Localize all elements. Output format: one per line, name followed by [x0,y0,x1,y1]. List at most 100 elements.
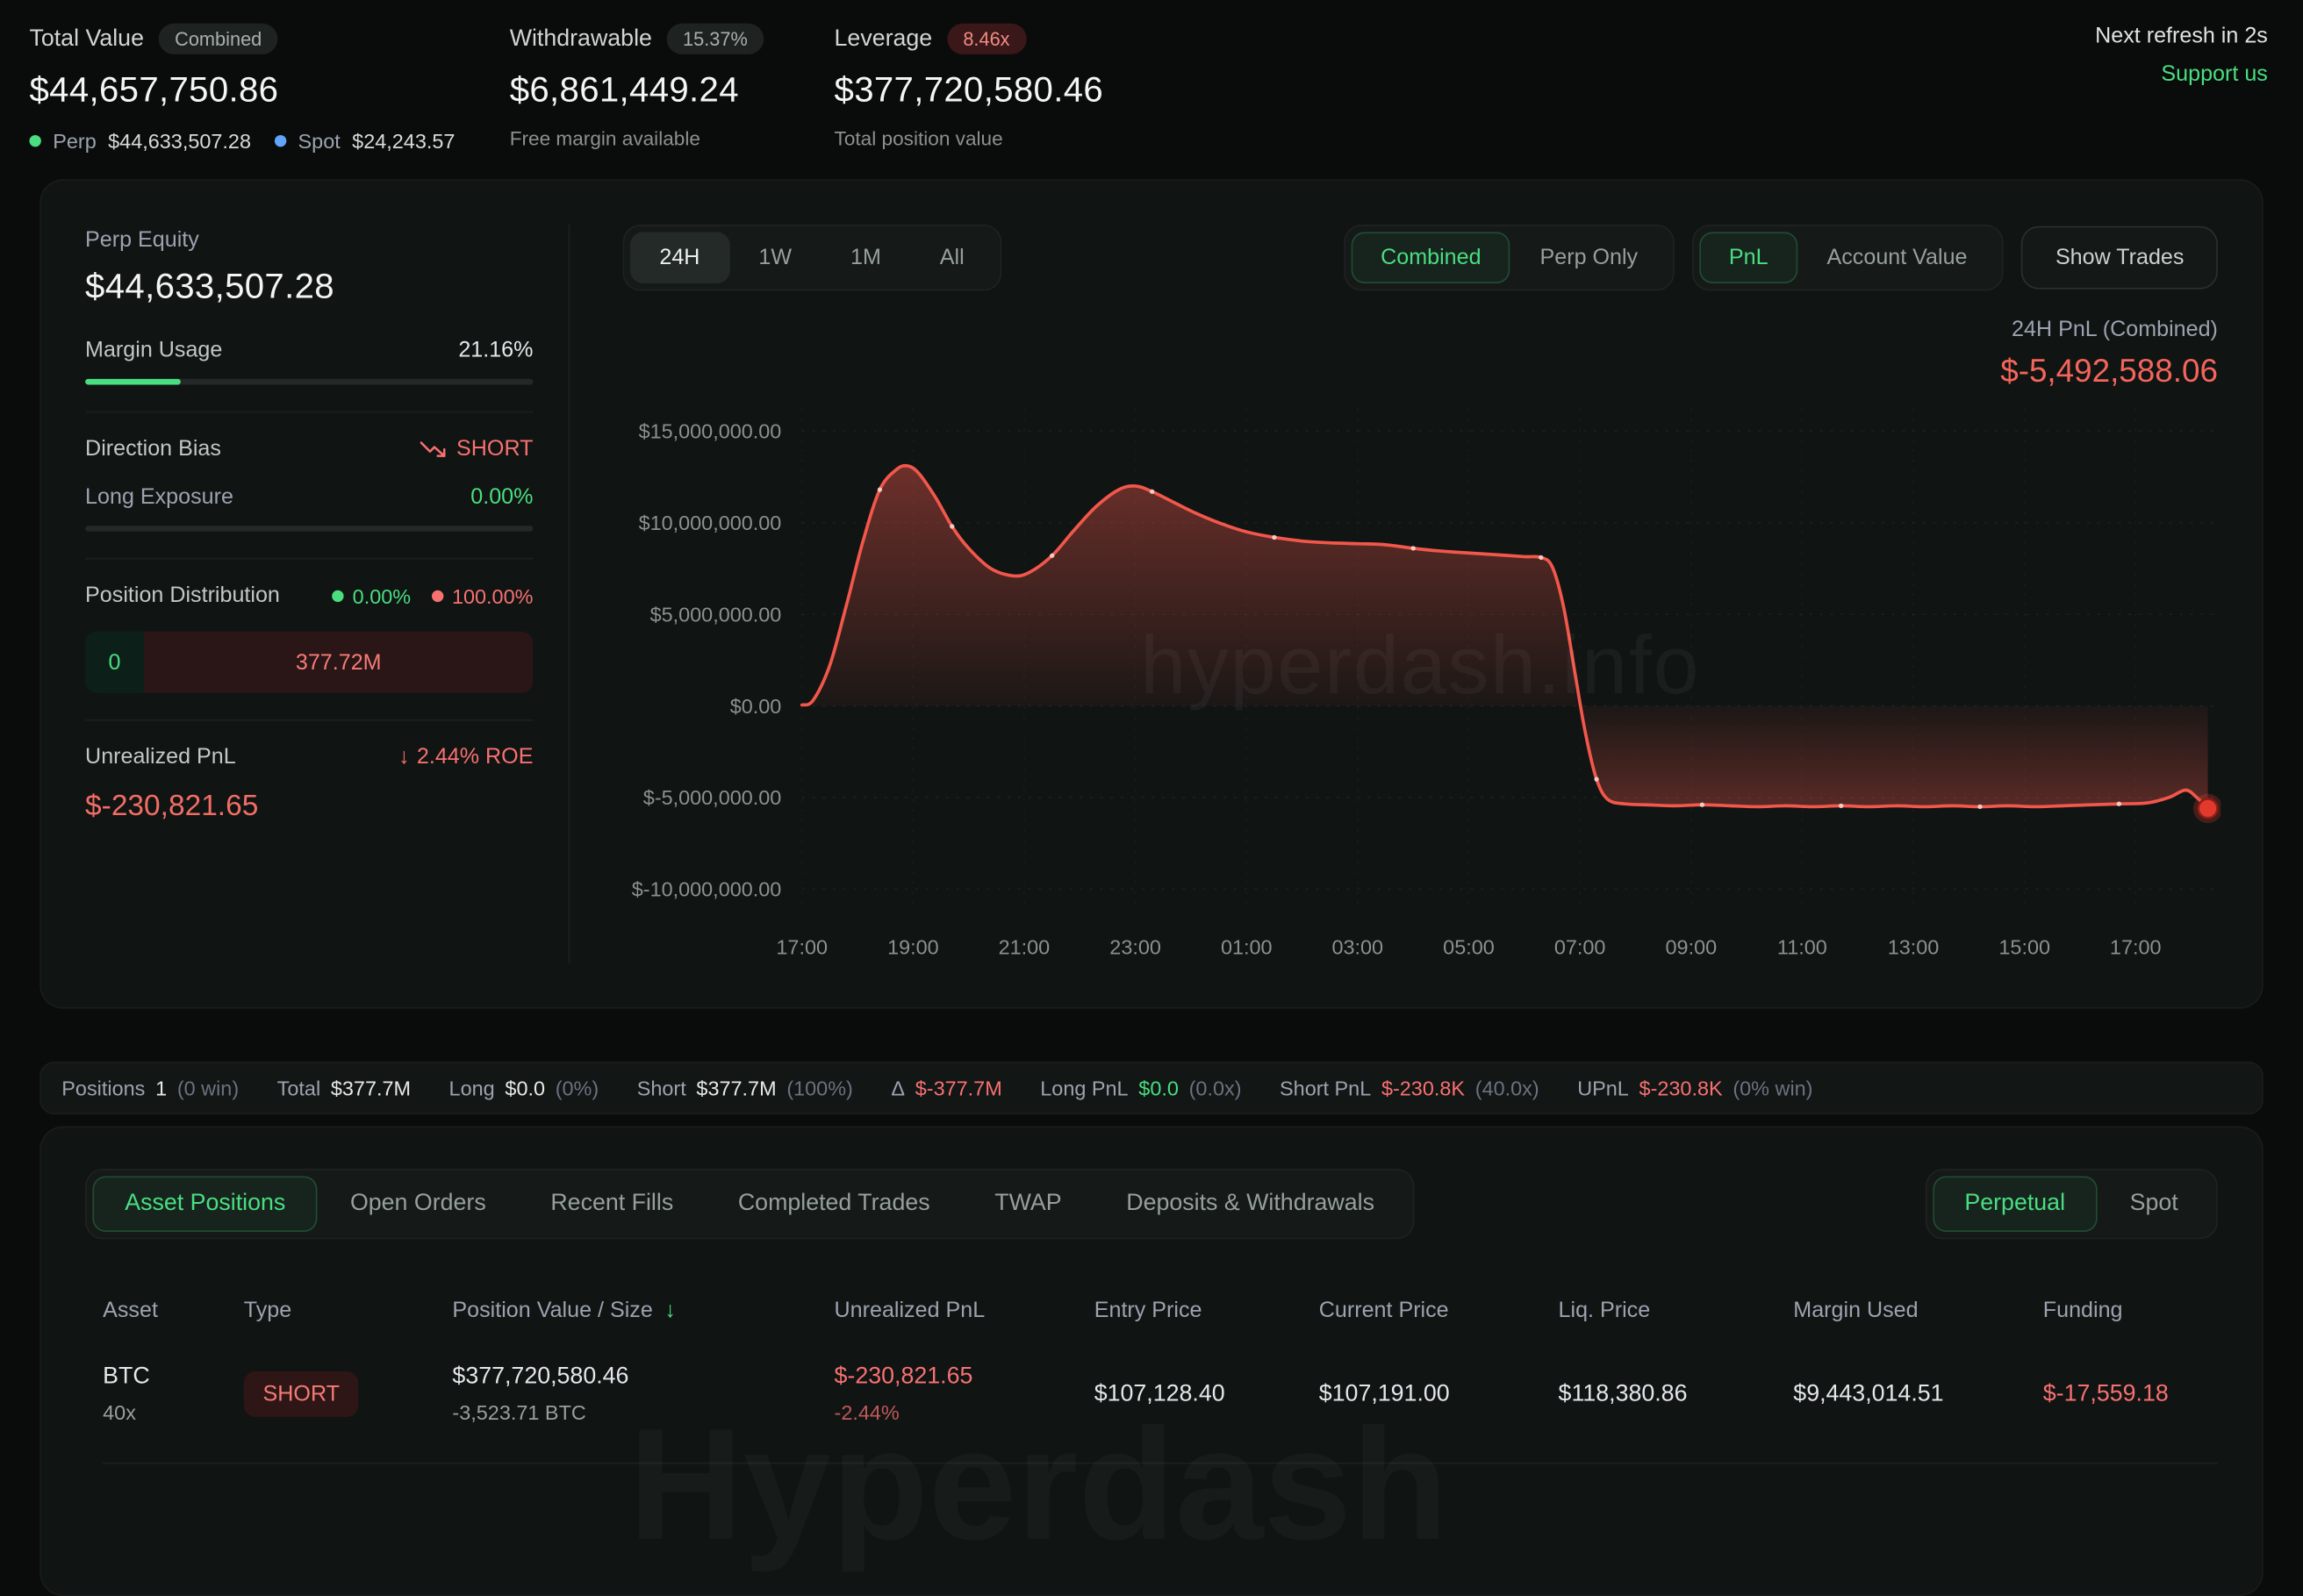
sort-desc-icon: ↓ [664,1298,676,1322]
svg-text:01:00: 01:00 [1221,936,1273,959]
combined-badge: Combined [159,24,278,54]
column-header-funding[interactable]: Funding [2043,1298,2218,1322]
summary-item-label: UPnL [1577,1077,1629,1100]
toggle-combined[interactable]: Combined [1352,232,1510,283]
column-header-current-price[interactable]: Current Price [1319,1298,1559,1322]
column-header-margin-used[interactable]: Margin Used [1793,1298,2042,1322]
total-value-label: Total Value [29,25,144,52]
tab-open-orders[interactable]: Open Orders [318,1176,518,1232]
show-trades-button[interactable]: Show Trades [2021,226,2217,290]
range-all[interactable]: All [910,232,994,283]
summary-item: Short PnL$-230.8K(40.0x) [1280,1077,1539,1100]
long-exposure-value: 0.00% [470,484,533,509]
tab-deposits-withdrawals[interactable]: Deposits & Withdrawals [1094,1176,1406,1232]
svg-text:$-5,000,000.00: $-5,000,000.00 [643,786,781,809]
position-distribution-bar: 0 377.72M [85,632,533,693]
summary-item-value: $377.7M [331,1077,411,1100]
summary-item-value: $-230.8K [1381,1077,1465,1100]
positions-card: Hyperdash Asset PositionsOpen OrdersRece… [39,1127,2264,1596]
svg-text:19:00: 19:00 [887,936,939,959]
column-header-type[interactable]: Type [244,1298,453,1322]
column-header-position-value-size[interactable]: Position Value / Size↓ [452,1298,834,1322]
total-value-metric: Total Value Combined $44,657,750.86 Perp… [29,24,509,153]
unrealized-pnl-label: Unrealized PnL [85,744,236,769]
range-24h[interactable]: 24H [630,232,729,283]
total-value: $44,657,750.86 [29,70,509,111]
long-exposure-bar [85,526,533,532]
summary-item: Total$377.7M [277,1077,411,1100]
summary-item: Short$377.7M(100%) [637,1077,853,1100]
pnl-chart[interactable]: hyperdash.info 17:0019:0021:0023:0001:00… [623,397,2218,979]
svg-text:07:00: 07:00 [1554,936,1606,959]
toggle-pnl[interactable]: PnL [1699,232,1797,283]
summary-item-value: 1 [155,1077,167,1100]
position-distribution-section: Position Distribution 0.00% 100.00% 0 [85,558,533,719]
perp-equity-value: $44,633,507.28 [85,268,533,309]
top-stats-bar: Total Value Combined $44,657,750.86 Perp… [0,0,2303,153]
perp-dot-icon [29,135,40,147]
summary-item: Positions1(0 win) [61,1077,239,1100]
column-header-entry-price[interactable]: Entry Price [1094,1298,1319,1322]
toggle-perp-only[interactable]: Perp Only [1510,232,1668,283]
svg-text:$0.00: $0.00 [730,695,782,718]
perp-equity-section: Perp Equity $44,633,507.28 Margin Usage … [85,225,533,412]
svg-text:$-10,000,000.00: $-10,000,000.00 [632,878,782,901]
liq-price: $118,380.86 [1559,1381,1794,1407]
svg-text:11:00: 11:00 [1777,936,1827,959]
tab-completed-trades[interactable]: Completed Trades [706,1176,962,1232]
withdrawable-pct-badge: 15.37% [667,24,764,54]
leverage-value: $377,720,580.46 [835,70,1275,111]
toggle-perpetual[interactable]: Perpetual [1933,1176,2098,1232]
direction-bias-value: SHORT [456,436,533,461]
withdrawable-metric: Withdrawable 15.37% $6,861,449.24 Free m… [510,24,835,150]
position-distribution-label: Position Distribution [85,583,280,607]
position-row-btc[interactable]: BTC40xSHORT$377,720,580.46-3,523.71 BTC$… [103,1332,2218,1464]
asset-name-cell: BTC40x [103,1364,244,1425]
roe-value: 2.44% ROE [417,744,534,769]
range-1m[interactable]: 1M [821,232,911,283]
column-header-asset[interactable]: Asset [103,1298,244,1322]
unrealized-pnl-section: Unrealized PnL ↓ 2.44% ROE $-230,821.65 [85,719,533,850]
range-1w[interactable]: 1W [729,232,821,283]
funding-cell: $-17,559.18 [2043,1381,2218,1407]
svg-text:17:00: 17:00 [776,936,828,959]
summary-item-label: Δ [891,1077,905,1100]
tab-asset-positions[interactable]: Asset Positions [92,1176,318,1232]
short-pct-dot-icon [432,590,443,601]
svg-text:03:00: 03:00 [1331,936,1383,959]
column-header-liq-price[interactable]: Liq. Price [1559,1298,1794,1322]
time-range-group: 24H1W1MAll [623,225,1001,290]
pnl-area-chart[interactable]: 17:0019:0021:0023:0001:0003:0005:0007:00… [623,397,2221,972]
spot-dot-icon [275,135,286,147]
tab-twap[interactable]: TWAP [962,1176,1094,1232]
summary-item-label: Long PnL [1040,1077,1128,1100]
spot-value: $24,243.57 [352,129,455,153]
leverage-subtitle: Total position value [835,128,1275,150]
margin-usage-fill [85,379,180,385]
distribution-short-segment: 377.72M [144,632,533,693]
margin-usage-value: 21.16% [458,338,533,362]
entry-price-cell: $107,128.40 [1094,1381,1319,1407]
tab-recent-fills[interactable]: Recent Fills [519,1176,706,1232]
pnl-chart-panel: 24H1W1MAll CombinedPerp Only PnLAccount … [570,225,2218,963]
toggle-spot[interactable]: Spot [2098,1176,2211,1232]
svg-text:$10,000,000.00: $10,000,000.00 [639,512,782,534]
long-pct-dot-icon [332,590,343,601]
asset-leverage: 40x [103,1400,244,1424]
perp-label: Perp [53,129,96,153]
svg-text:23:00: 23:00 [1109,936,1161,959]
short-pct-value: 100.00% [452,583,534,607]
entry-price: $107,128.40 [1094,1381,1319,1407]
summary-item-extra: (0%) [556,1077,599,1100]
position-value-cell: $377,720,580.46-3,523.71 BTC [452,1364,834,1425]
support-us-link[interactable]: Support us [2161,61,2267,86]
account-overview-panel: Perp Equity $44,633,507.28 Margin Usage … [85,225,570,963]
leverage-label: Leverage [835,25,933,52]
toggle-account-value[interactable]: Account Value [1797,232,1997,283]
long-exposure-label: Long Exposure [85,484,233,509]
unrealized-pnl: $-230,821.65 [835,1364,1094,1391]
summary-item: Δ$-377.7M [891,1077,1001,1100]
column-header-unrealized-pnl[interactable]: Unrealized PnL [835,1298,1094,1322]
summary-item-extra: (0% win) [1733,1077,1812,1100]
perp-equity-label: Perp Equity [85,227,533,252]
